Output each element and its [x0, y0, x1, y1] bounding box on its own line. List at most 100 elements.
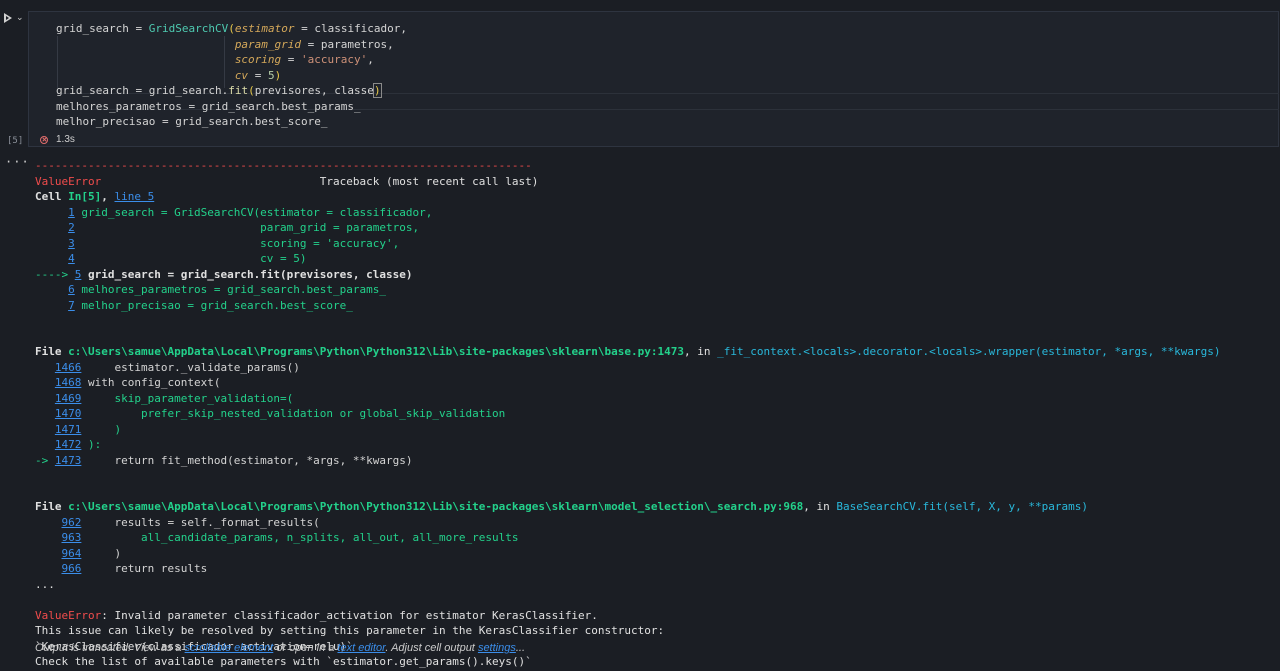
- output-truncated-notice: Output is truncated. View as a scrollabl…: [35, 642, 526, 654]
- run-cell-controls[interactable]: ⌄: [3, 12, 24, 24]
- traceback-arrow: [35, 562, 62, 575]
- traceback-line: 1466 estimator._validate_params(): [35, 361, 300, 374]
- traceback-line-number-link[interactable]: 962: [62, 516, 82, 529]
- run-cell-icon[interactable]: [3, 12, 13, 24]
- cell-ref: Cell In[5], line 5: [35, 190, 155, 203]
- traceback-code: ): [88, 546, 122, 560]
- settings-link[interactable]: settings: [478, 642, 516, 654]
- traceback-frame-base: 1466 estimator._validate_params() 1468 w…: [35, 361, 505, 467]
- traceback-arrow: [35, 438, 55, 451]
- code-line-7: melhor_precisao = grid_search.best_score…: [56, 115, 328, 128]
- execution-count: [5]: [7, 136, 24, 146]
- file1-ref: File c:\Users\samue\AppData\Local\Progra…: [35, 345, 1221, 358]
- traceback-line-number-link[interactable]: 1470: [55, 407, 82, 420]
- traceback-separator: ----------------------------------------…: [35, 159, 532, 172]
- code-cell-editor[interactable]: grid_search = GridSearchCV(estimator = c…: [28, 11, 1279, 147]
- traceback-line: 2 param_grid = parametros,: [35, 221, 419, 234]
- scrollable-element-link[interactable]: scrollable element: [185, 642, 274, 654]
- code-line-4: cv = 5): [234, 68, 282, 82]
- traceback-code: scoring = 'accuracy',: [81, 236, 400, 250]
- traceback-code: melhores_parametros = grid_search.best_p…: [81, 283, 387, 296]
- traceback-code: return fit_method(estimator, *args, **kw…: [88, 453, 413, 467]
- traceback-line-number-link[interactable]: 2: [68, 221, 75, 234]
- traceback-code: results = self._format_results(: [88, 515, 320, 529]
- code-line-6: melhores_parametros = grid_search.best_p…: [56, 99, 361, 113]
- traceback-arrow: [35, 516, 62, 529]
- file2-ref: File c:\Users\samue\AppData\Local\Progra…: [35, 500, 1089, 513]
- traceback-line-number-link[interactable]: 7: [68, 299, 75, 312]
- error-name: ValueError: [35, 174, 102, 188]
- traceback-line: 7 melhor_precisao = grid_search.best_sco…: [35, 299, 353, 312]
- traceback-line-number-link[interactable]: 966: [62, 562, 82, 575]
- traceback-line-number-link[interactable]: 1473: [55, 454, 82, 467]
- traceback-arrow: [35, 392, 55, 405]
- cell-output[interactable]: ----------------------------------------…: [35, 158, 1220, 670]
- traceback-line-number-link[interactable]: 1468: [55, 376, 82, 389]
- traceback-line: 966 return results: [35, 562, 208, 575]
- code-line-2: param_grid = parametros,: [234, 37, 394, 51]
- traceback-arrow: [35, 299, 68, 312]
- traceback-code: with config_context(: [88, 376, 221, 389]
- traceback-frame-cell: 1 grid_search = GridSearchCV(estimator =…: [35, 206, 432, 312]
- traceback-line: 4 cv = 5): [35, 252, 307, 265]
- traceback-line: 964 ): [35, 546, 122, 560]
- traceback-arrow: [35, 361, 55, 374]
- traceback-arrow: [35, 252, 68, 265]
- output-more-actions-icon[interactable]: ···: [5, 155, 30, 169]
- traceback-line-number-link[interactable]: 1471: [55, 423, 82, 436]
- traceback-line: 1470 prefer_skip_nested_validation or gl…: [35, 407, 505, 420]
- traceback-line: 1469 skip_parameter_validation=(: [35, 392, 293, 405]
- traceback-arrow: [35, 283, 68, 296]
- traceback-code: param_grid = parametros,: [81, 221, 420, 234]
- traceback-line: ----> 5 grid_search = grid_search.fit(pr…: [35, 268, 413, 281]
- traceback-code: melhor_precisao = grid_search.best_score…: [81, 298, 353, 312]
- traceback-line-number-link[interactable]: 1472: [55, 438, 82, 451]
- traceback-line-number-link[interactable]: 5: [75, 268, 82, 281]
- traceback-code: estimator._validate_params(): [88, 360, 300, 374]
- traceback-code: ):: [88, 438, 102, 451]
- traceback-code: prefer_skip_nested_validation or global_…: [88, 407, 506, 420]
- traceback-arrow: [35, 376, 55, 389]
- traceback-arrow: [35, 237, 68, 250]
- traceback-ellipsis: ...: [35, 577, 55, 591]
- traceback-code: cv = 5): [81, 252, 307, 265]
- traceback-arrow: [35, 531, 62, 544]
- traceback-code: skip_parameter_validation=(: [88, 391, 294, 405]
- error-message-line: Check the list of available parameters w…: [35, 655, 532, 668]
- traceback-line-number-link[interactable]: 3: [68, 237, 75, 250]
- error-message-line: This issue can likely be resolved by set…: [35, 624, 665, 637]
- traceback-line: -> 1473 return fit_method(estimator, *ar…: [35, 454, 413, 467]
- chevron-down-icon[interactable]: ⌄: [16, 13, 24, 23]
- error-status-icon: [40, 135, 48, 144]
- line-5-link[interactable]: line 5: [115, 190, 155, 203]
- traceback-header: Traceback (most recent call last): [319, 174, 539, 188]
- traceback-code: return results: [88, 562, 208, 575]
- code-content[interactable]: grid_search = GridSearchCV(estimator = c…: [56, 21, 407, 130]
- traceback-line-number-link[interactable]: 1466: [55, 361, 82, 374]
- traceback-arrow: [35, 407, 55, 420]
- traceback-line-number-link[interactable]: 1469: [55, 392, 82, 405]
- traceback-arrow: ->: [35, 453, 55, 467]
- traceback-arrow: [35, 206, 68, 219]
- cell-status: 1.3s: [40, 134, 75, 145]
- traceback-code: grid_search = grid_search.fit(previsores…: [88, 267, 413, 281]
- code-line-3: scoring = 'accuracy',: [234, 53, 374, 66]
- traceback-code: ): [88, 422, 122, 436]
- traceback-line: 962 results = self._format_results(: [35, 516, 320, 529]
- traceback-line-number-link[interactable]: 964: [62, 547, 82, 560]
- traceback-arrow: [35, 547, 62, 560]
- traceback-arrow: [35, 423, 55, 436]
- final-error: ValueError: Invalid parameter classifica…: [35, 608, 598, 622]
- traceback-frame-search: 962 results = self._format_results( 963 …: [35, 516, 519, 576]
- execution-duration: 1.3s: [56, 134, 75, 145]
- text-editor-link[interactable]: text editor: [337, 642, 385, 654]
- traceback-line: 1 grid_search = GridSearchCV(estimator =…: [35, 206, 432, 219]
- traceback-line: 963 all_candidate_params, n_splits, all_…: [35, 531, 519, 544]
- traceback-line-number-link[interactable]: 6: [68, 283, 75, 296]
- traceback-line-number-link[interactable]: 963: [62, 531, 82, 544]
- traceback-line-number-link[interactable]: 1: [68, 206, 75, 219]
- traceback-line: 6 melhores_parametros = grid_search.best…: [35, 283, 386, 296]
- code-line-1: grid_search = GridSearchCV(estimator = c…: [56, 22, 408, 35]
- traceback-code: grid_search = GridSearchCV(estimator = c…: [81, 205, 433, 219]
- traceback-line-number-link[interactable]: 4: [68, 252, 75, 265]
